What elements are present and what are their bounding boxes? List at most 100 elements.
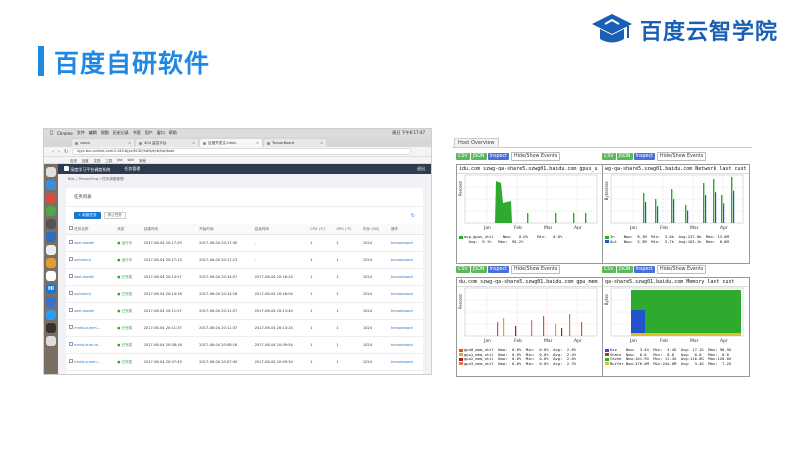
job-name-link[interactable]: mnist-summ... xyxy=(66,353,115,371)
table-row[interactable]: seal-model ● 已完成 2017-06-04 20:14:57 2017-0… xyxy=(66,268,423,286)
column-header[interactable]: 开始时间 xyxy=(196,224,252,235)
chrome-icon[interactable] xyxy=(46,193,56,203)
menu-item[interactable]: 用户 xyxy=(145,130,153,136)
url-input[interactable]: bjyz-bcc-online-com3-163.bjyz:8130/hdfs/… xyxy=(72,148,411,155)
row-checkbox[interactable] xyxy=(69,325,73,329)
stop-job-button[interactable]: 停止任务 xyxy=(103,212,126,219)
json-button[interactable]: JSON xyxy=(616,266,633,273)
menu-item[interactable]: 文件 xyxy=(77,130,85,136)
job-name-link[interactable]: mnist-summ... xyxy=(66,319,115,337)
terminal-icon[interactable] xyxy=(46,323,56,333)
browser-tab[interactable]: TensorBoard × xyxy=(264,139,326,147)
close-icon[interactable]: × xyxy=(320,141,323,145)
safari-icon[interactable] xyxy=(46,180,56,190)
menu-item[interactable]: 帮助 xyxy=(169,130,177,136)
new-job-button[interactable]: + 新建任务 xyxy=(74,212,101,219)
browser-tab-active[interactable]: 百度开发文-hibtu × xyxy=(200,139,262,147)
row-checkbox[interactable] xyxy=(69,240,73,244)
column-header[interactable]: 内存 (GB) xyxy=(359,224,388,235)
app-icon[interactable] xyxy=(46,206,56,216)
tensorboard-link[interactable]: tensorboard xyxy=(387,319,423,337)
table-row[interactable]: summary ● 运行中 2017-06-04 20:17:13 2017-06-0… xyxy=(66,251,423,269)
table-row[interactable]: mnist-summ... ● 已完成 2017-06-04 20:07:45 201… xyxy=(66,353,423,371)
tensorboard-link[interactable]: tensorboard xyxy=(387,234,423,252)
settings-icon[interactable] xyxy=(46,219,56,229)
refresh-icon[interactable]: ↻ xyxy=(411,213,415,219)
hide-show-events-button[interactable]: Hide/Show Events xyxy=(656,152,707,161)
logout-link[interactable]: 退出 xyxy=(417,166,431,172)
column-header[interactable]: 创建时间 xyxy=(140,224,197,235)
app-icon[interactable] xyxy=(46,245,56,255)
app-icon[interactable] xyxy=(46,310,56,320)
row-checkbox[interactable] xyxy=(69,342,73,346)
column-header[interactable]: 结束时间 xyxy=(251,224,308,235)
hi-app-icon[interactable]: HI xyxy=(46,284,56,294)
table-row[interactable]: mnist-summ... ● 已完成 2017-06-04 20:11:37 201… xyxy=(66,319,423,337)
table-row[interactable]: mnist-sum-m... ● 已完成 2017-06-04 20:08:16 20… xyxy=(66,336,423,354)
column-header[interactable]: 任务名称 xyxy=(66,224,115,235)
inspect-button[interactable]: Inspect xyxy=(633,153,655,160)
app-icon[interactable] xyxy=(46,232,56,242)
table-row[interactable]: seal-model ● 运行中 2017-06-04 20:17:29 2017-0… xyxy=(66,234,423,252)
hide-show-events-button[interactable]: Hide/Show Events xyxy=(510,152,561,161)
close-icon[interactable]: × xyxy=(256,141,259,145)
app-icon[interactable] xyxy=(46,271,56,281)
menu-item[interactable]: 历史记录 xyxy=(113,130,129,136)
finder-icon[interactable] xyxy=(46,167,56,177)
job-name-link[interactable]: seal-model xyxy=(66,234,115,252)
back-icon[interactable]: ‹ xyxy=(52,149,54,155)
menu-item[interactable]: Chrome xyxy=(57,131,73,136)
tensorboard-link[interactable]: tensorboard xyxy=(387,336,423,354)
job-name-link[interactable]: seal-model xyxy=(66,302,115,320)
job-name-link[interactable]: mnist-sum-m... xyxy=(66,336,115,354)
json-button[interactable]: JSON xyxy=(470,266,487,273)
close-icon[interactable]: × xyxy=(192,141,195,145)
column-header[interactable]: 操作 xyxy=(387,224,423,235)
menu-item[interactable]: 编辑 xyxy=(89,130,97,136)
close-icon[interactable]: × xyxy=(128,141,131,145)
column-header[interactable]: 状态 xyxy=(114,224,141,235)
bookmark-item[interactable]: 工具 xyxy=(105,158,112,163)
bookmark-item[interactable]: wiki xyxy=(127,158,134,162)
hide-show-events-button[interactable]: Hide/Show Events xyxy=(656,265,707,274)
csv-button[interactable]: CSV xyxy=(456,266,470,273)
tensorboard-link[interactable]: tensorboard xyxy=(387,302,423,320)
browser-tab[interactable]: 404 监控平台 × xyxy=(136,139,198,147)
column-header[interactable]: GPU (个) xyxy=(333,224,360,235)
row-checkbox[interactable] xyxy=(69,257,73,261)
tensorboard-link[interactable]: tensorboard xyxy=(387,268,423,286)
csv-button[interactable]: CSV xyxy=(456,153,470,160)
browser-tab[interactable]: cloud × xyxy=(72,139,134,147)
hide-show-events-button[interactable]: Hide/Show Events xyxy=(510,265,561,274)
bookmark-item[interactable]: jira xyxy=(117,158,122,162)
job-name-link[interactable]: summary xyxy=(66,285,115,303)
tensorboard-link[interactable]: tensorboard xyxy=(387,285,423,303)
nav-task-management[interactable]: 任务管理 xyxy=(124,166,140,172)
inspect-button[interactable]: Inspect xyxy=(487,153,509,160)
menu-item[interactable]: 书签 xyxy=(133,130,141,136)
csv-button[interactable]: CSV xyxy=(602,266,616,273)
app-icon[interactable] xyxy=(46,258,56,268)
forward-icon[interactable]: › xyxy=(58,149,60,155)
app-icon[interactable] xyxy=(46,297,56,307)
csv-button[interactable]: CSV xyxy=(602,153,616,160)
bookmark-item[interactable]: 文档 xyxy=(94,158,101,163)
tensorboard-link[interactable]: tensorboard xyxy=(387,251,423,269)
row-checkbox[interactable] xyxy=(69,308,73,312)
json-button[interactable]: JSON xyxy=(616,153,633,160)
job-name-link[interactable]: summary xyxy=(66,251,115,269)
trash-icon[interactable] xyxy=(46,336,56,346)
reload-icon[interactable]: ↻ xyxy=(64,149,68,155)
tensorboard-link[interactable]: tensorboard xyxy=(387,353,423,371)
column-header[interactable]: CPU (个) xyxy=(307,224,334,235)
json-button[interactable]: JSON xyxy=(470,153,487,160)
inspect-button[interactable]: Inspect xyxy=(633,266,655,273)
table-row[interactable]: seal-model ● 已完成 2017-06-04 20:11:57 2017-0… xyxy=(66,302,423,320)
inspect-button[interactable]: Inspect xyxy=(487,266,509,273)
job-name-link[interactable]: seal-model xyxy=(66,268,115,286)
menu-item[interactable]: 窗口 xyxy=(157,130,165,136)
row-checkbox[interactable] xyxy=(69,274,73,278)
table-row[interactable]: summary ● 已完成 2017-06-04 20:14:18 2017-06-0… xyxy=(66,285,423,303)
tab-host-overview[interactable]: Host Overview xyxy=(454,138,499,147)
bookmark-item[interactable]: 应用 xyxy=(70,158,77,163)
